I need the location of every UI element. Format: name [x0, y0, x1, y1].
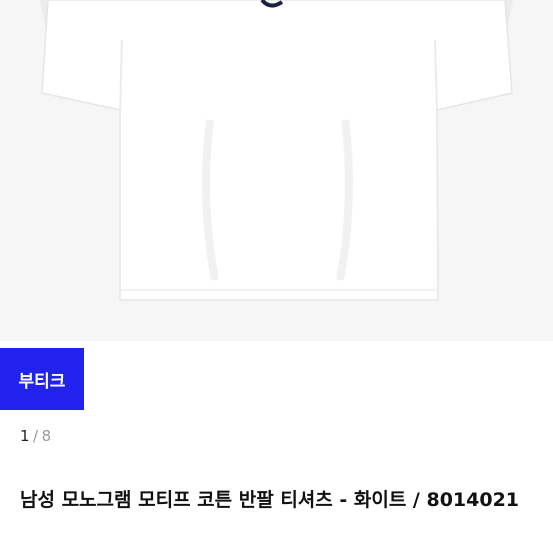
pager-total: 8: [41, 427, 52, 445]
boutique-badge[interactable]: 부티크: [0, 348, 84, 410]
pager-separator: /: [33, 427, 39, 445]
tshirt-body: [41, 0, 513, 301]
image-pager: 1/8: [20, 427, 52, 445]
product-title: 남성 모노그램 모티프 코튼 반팔 티셔츠 - 화이트 / 8014021: [20, 489, 520, 511]
pager-current: 1: [20, 427, 31, 445]
product-image[interactable]: [0, 0, 553, 341]
tshirt-illustration: [40, 0, 513, 301]
